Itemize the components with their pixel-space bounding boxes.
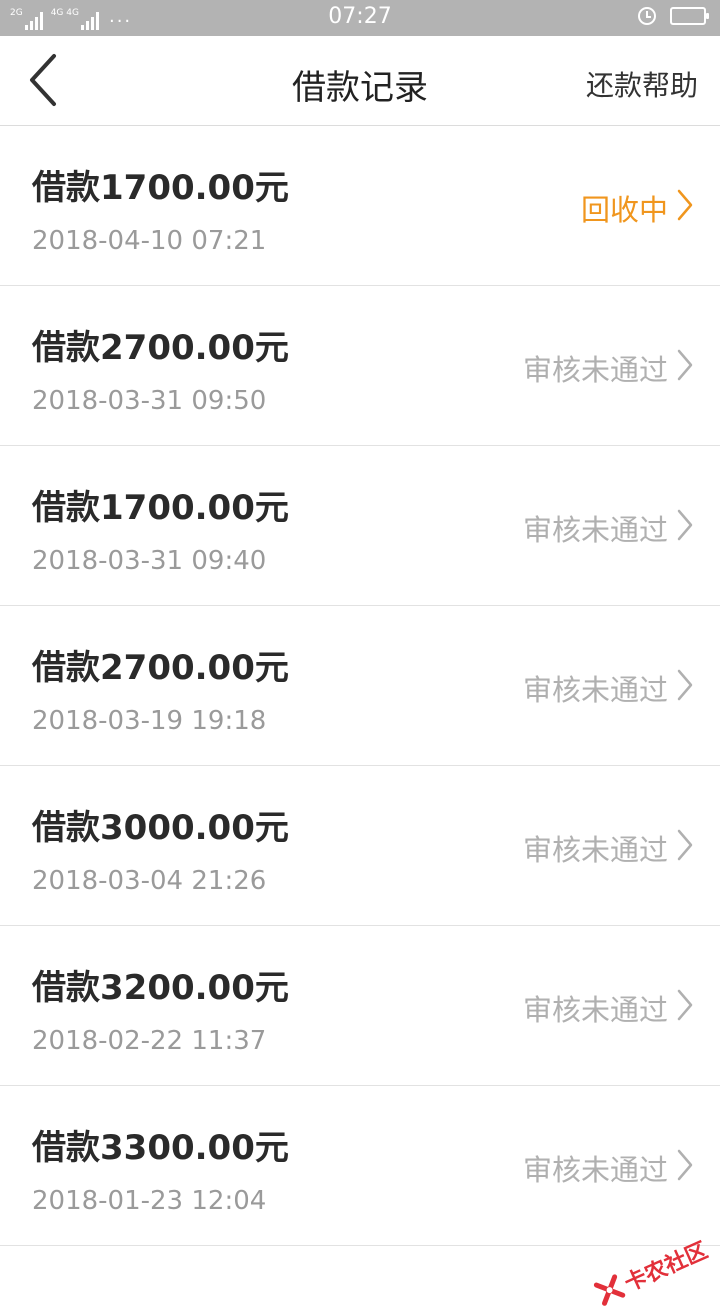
loan-record-row[interactable]: 借款2700.00元 2018-03-31 09:50 审核未通过 [0,286,720,446]
loan-amount: 借款1700.00元 [32,168,289,208]
loan-record-list: 借款1700.00元 2018-04-10 07:21 回收中 借款2700.0… [0,126,720,1246]
loan-status: 审核未通过 [522,993,668,1027]
chevron-right-icon [677,829,693,861]
loan-date: 2018-01-23 12:04 [32,1186,267,1216]
loan-amount: 借款1700.00元 [32,488,289,528]
alarm-icon [638,7,656,25]
nav-header: 借款记录 还款帮助 [0,36,720,126]
loan-date: 2018-03-04 21:26 [32,866,267,896]
loan-amount: 借款2700.00元 [32,648,289,688]
loan-status: 审核未通过 [522,1153,668,1187]
loan-date: 2018-03-31 09:40 [32,546,267,576]
chevron-right-icon [677,1149,693,1181]
loan-status: 审核未通过 [522,673,668,707]
loan-record-row[interactable]: 借款1700.00元 2018-04-10 07:21 回收中 [0,126,720,286]
loan-date: 2018-03-31 09:50 [32,386,267,416]
loan-status: 审核未通过 [522,353,668,387]
loan-date: 2018-04-10 07:21 [32,226,267,256]
loan-date: 2018-03-19 19:18 [32,706,267,736]
chevron-right-icon [677,189,693,221]
loan-record-row[interactable]: 借款3000.00元 2018-03-04 21:26 审核未通过 [0,766,720,926]
battery-icon [670,7,709,25]
loan-record-row[interactable]: 借款3200.00元 2018-02-22 11:37 审核未通过 [0,926,720,1086]
loan-status: 审核未通过 [522,513,668,547]
chevron-right-icon [677,349,693,381]
loan-record-row[interactable]: 借款1700.00元 2018-03-31 09:40 审核未通过 [0,446,720,606]
loan-status: 回收中 [580,193,668,227]
loan-status: 审核未通过 [522,833,668,867]
chevron-right-icon [677,989,693,1021]
loan-amount: 借款3200.00元 [32,968,289,1008]
loan-date: 2018-02-22 11:37 [32,1026,267,1056]
loan-amount: 借款2700.00元 [32,328,289,368]
clock: 07:27 [328,4,392,29]
loan-record-row[interactable]: 借款3300.00元 2018-01-23 12:04 审核未通过 [0,1086,720,1246]
chevron-right-icon [677,669,693,701]
loan-record-row[interactable]: 借款2700.00元 2018-03-19 19:18 审核未通过 [0,606,720,766]
status-bar: 2G 4G 4G ··· 07:27 [0,0,720,36]
chevron-right-icon [677,509,693,541]
repayment-help-link[interactable]: 还款帮助 [586,64,698,104]
loan-amount: 借款3000.00元 [32,808,289,848]
loan-amount: 借款3300.00元 [32,1128,289,1168]
kanong-logo-icon [593,1274,626,1306]
